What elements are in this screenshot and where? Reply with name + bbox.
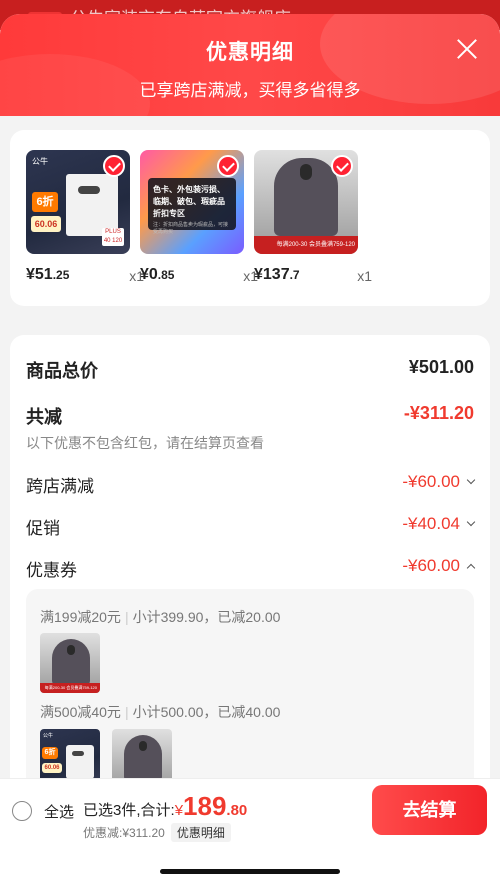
reduction-note: 以下优惠不包含红包，请在结算页查看 [26, 435, 264, 451]
home-indicator [160, 869, 340, 874]
chevron-up-icon [466, 563, 476, 572]
product-item[interactable]: 色卡、外包装污损、临期、破包、瑕疵品折扣专区 注：折扣商品售卖为瑕疵品，可接受再购… [140, 150, 258, 284]
cross-store-row[interactable]: 跨店满减 -¥60.00 [26, 472, 476, 497]
check-icon[interactable] [217, 155, 239, 177]
product-image: 公牛 6折 60.06 PLUS 40 120 [26, 150, 130, 254]
coupon-product-thumb: 每满200-30 会员叠满759-120 [40, 633, 100, 693]
product-item[interactable]: 公牛 6折 60.06 PLUS 40 120 ¥51.25 x1 [26, 150, 144, 284]
product-item[interactable]: 每满200-30 会员叠满759-120 ¥137.7 x1 [254, 150, 372, 284]
brand-logo: 公牛 [32, 157, 48, 166]
select-all-label[interactable]: 全选 [44, 801, 74, 822]
product-qty: x1 [357, 268, 372, 284]
discount-detail-pill[interactable]: 优惠明细 [170, 823, 231, 842]
coupon-row[interactable]: 优惠券 -¥60.00 [26, 556, 476, 581]
coupon-rule-line: 满500减40元 | 小计500.00，已减40.00 [40, 704, 281, 720]
product-image: 每满200-30 会员叠满759-120 [254, 150, 358, 254]
discount-summary: 优惠减:¥311.20 优惠明细 [83, 823, 231, 842]
chevron-down-icon [466, 475, 476, 484]
check-icon[interactable] [331, 155, 353, 177]
discount-detail-sheet: 优惠明细 已享跨店满减，买得多省得多 公牛 6折 60.06 PLUS 40 1… [0, 14, 500, 883]
price-tag: 60.06 [31, 216, 61, 232]
product-price: ¥137.7 [254, 266, 300, 283]
product-card-text: 色卡、外包装污损、临期、破包、瑕疵品折扣专区 注：折扣商品售卖为瑕疵品，可接受再购… [148, 178, 236, 235]
promo-banner: 每满200-30 会员叠满759-120 [254, 236, 358, 254]
checkout-bar: 全选 已选3件,合计:¥189.80 优惠减:¥311.20 优惠明细 去结算 [0, 778, 500, 883]
coupon-rule-line: 满199减20元 | 小计399.90，已减20.00 [40, 609, 281, 625]
check-icon[interactable] [103, 155, 125, 177]
sheet-title: 优惠明细 [206, 41, 294, 64]
jacket-figure [274, 158, 338, 236]
product-price: ¥0.85 [140, 266, 175, 283]
discount-tag: 6折 [32, 192, 58, 212]
sheet-header: 优惠明细 已享跨店满减，买得多省得多 [0, 14, 500, 116]
total-reduction-row: 共减 -¥311.20 [26, 403, 474, 427]
plus-mini-tag: PLUS 40 120 [102, 228, 124, 246]
product-figure [66, 174, 118, 236]
product-price: ¥51.25 [26, 266, 70, 283]
select-all-radio[interactable] [12, 801, 32, 821]
sheet-subtitle: 已享跨店满减，买得多省得多 [139, 81, 361, 100]
close-icon[interactable] [456, 38, 478, 60]
product-image: 色卡、外包装污损、临期、破包、瑕疵品折扣专区 注：折扣商品售卖为瑕疵品，可接受再购… [140, 150, 244, 254]
selected-summary: 已选3件,合计:¥189.80 [83, 791, 248, 821]
promotion-row[interactable]: 促销 -¥40.04 [26, 514, 476, 539]
checkout-button[interactable]: 去结算 [372, 785, 487, 835]
chevron-down-icon [466, 517, 476, 526]
total-price-row: 商品总价 ¥501.00 [26, 357, 474, 381]
total-amount: ¥189.80 [174, 791, 248, 821]
product-list-card: 公牛 6折 60.06 PLUS 40 120 ¥51.25 x1 色卡、外包装… [10, 130, 490, 306]
